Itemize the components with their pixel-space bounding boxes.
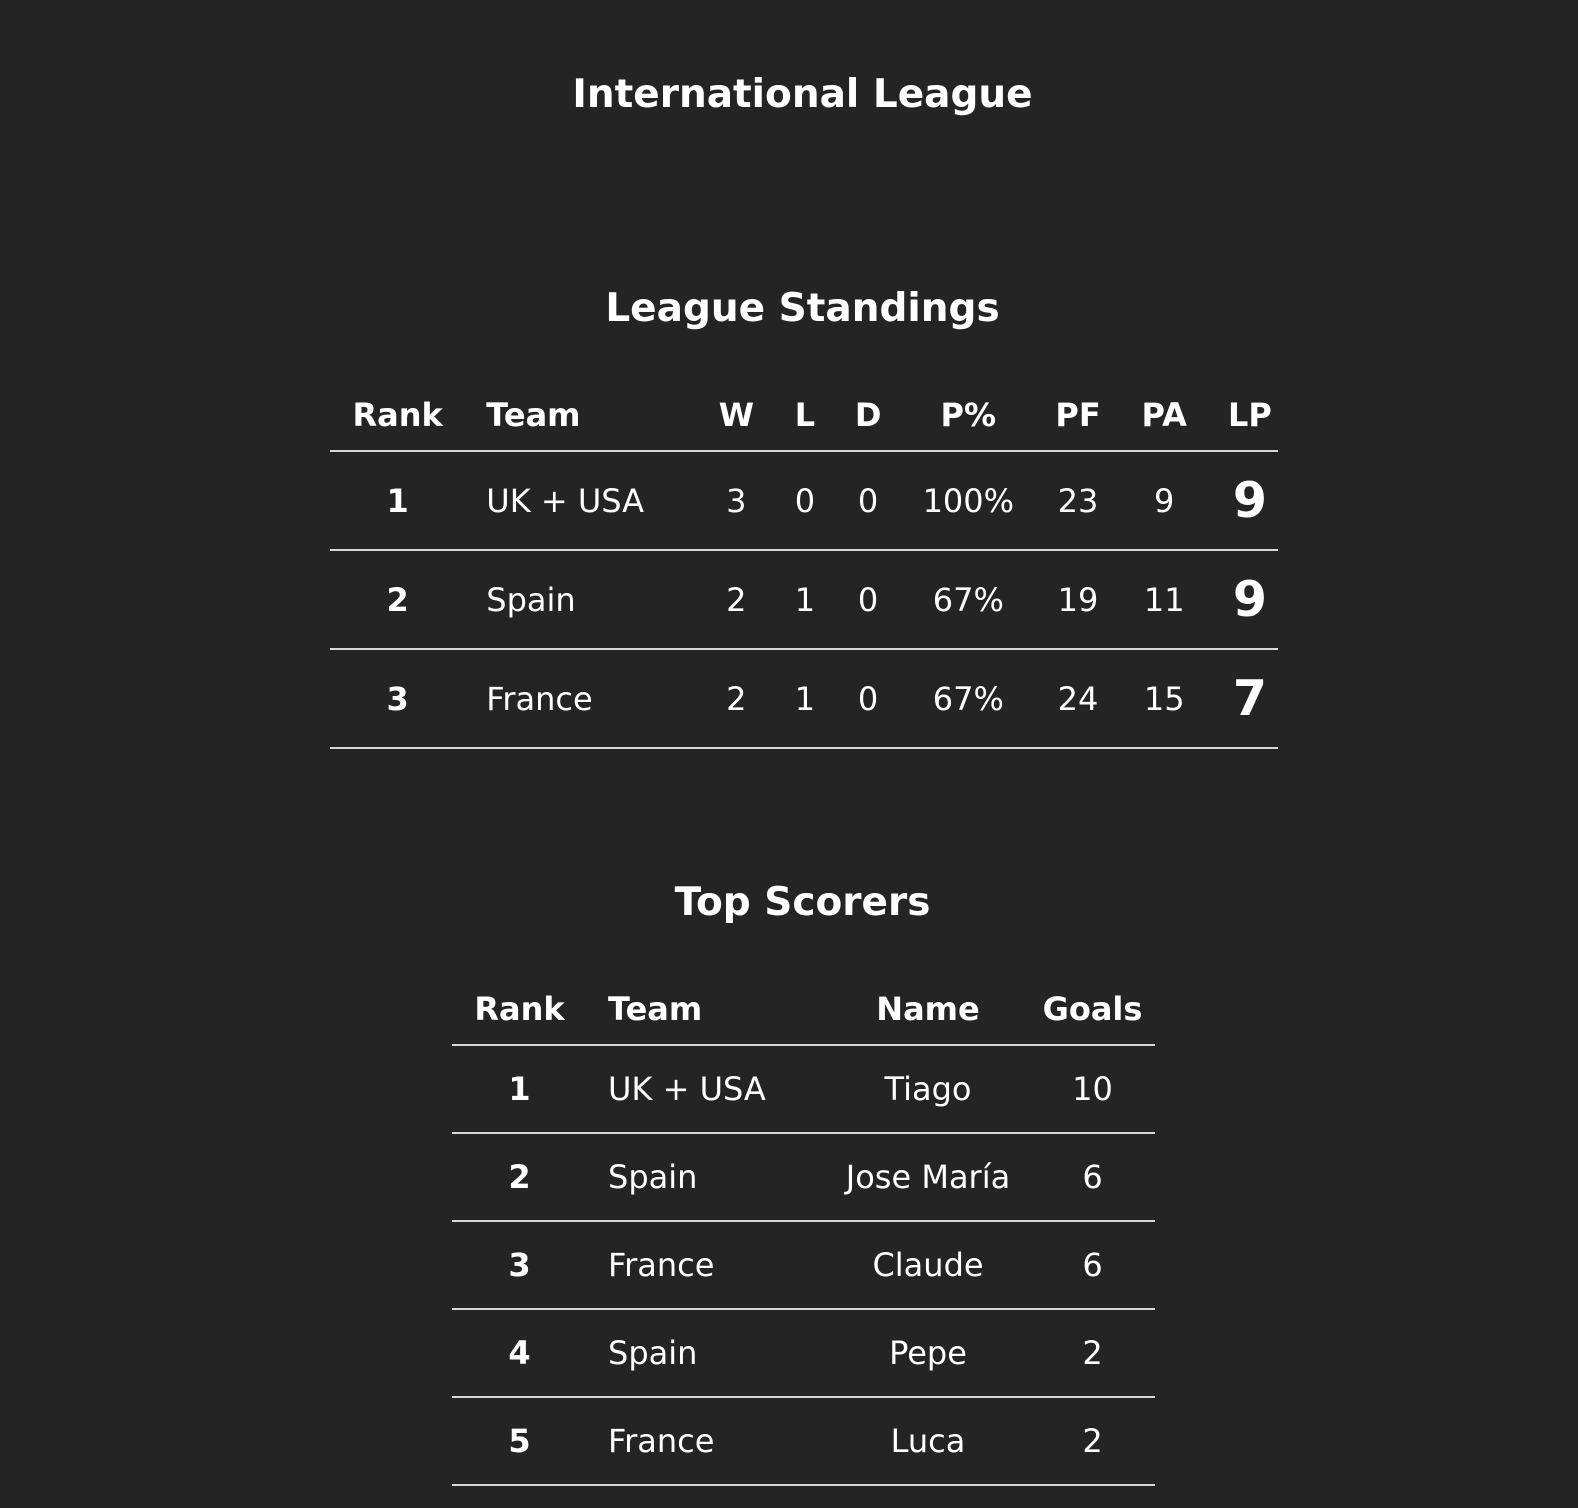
standings-wins: 2 bbox=[726, 679, 747, 718]
standings-header-row: Rank Team W L D P% PF PA LP bbox=[330, 380, 1278, 451]
page: International League League Standings Ra… bbox=[0, 0, 1578, 1508]
standings-losses: 1 bbox=[794, 679, 816, 718]
standings-team: Spain bbox=[486, 580, 576, 619]
scorers-name: Pepe bbox=[889, 1334, 967, 1372]
scorers-goals: 6 bbox=[1082, 1158, 1103, 1196]
scorers-name: Tiago bbox=[884, 1070, 972, 1108]
scorers-name: Jose María bbox=[845, 1158, 1011, 1196]
standings-rank: 1 bbox=[386, 481, 409, 520]
standings-points-for: 24 bbox=[1057, 679, 1099, 718]
scorers-header-team: Team bbox=[608, 990, 703, 1028]
standings-header-team: Team bbox=[486, 396, 581, 434]
scorers-row: 3 France Claude 6 bbox=[452, 1221, 1155, 1309]
scorers-rank: 2 bbox=[508, 1158, 531, 1196]
standings-percentage: 100% bbox=[922, 481, 1015, 520]
scorers-goals: 10 bbox=[1072, 1070, 1113, 1108]
scorers-team: France bbox=[608, 1422, 715, 1460]
standings-header-points-against: PA bbox=[1141, 396, 1187, 434]
scorers-header-row: Rank Team Name Goals bbox=[452, 974, 1155, 1045]
standings-percentage: 67% bbox=[932, 580, 1004, 619]
scorers-row: 1 UK + USA Tiago 10 bbox=[452, 1045, 1155, 1133]
scorers-rank: 4 bbox=[508, 1334, 531, 1372]
scorers-header-goals: Goals bbox=[1042, 990, 1143, 1028]
scorers-rank: 3 bbox=[508, 1246, 531, 1284]
standings-league-points: 9 bbox=[1232, 571, 1267, 628]
standings-row: 1 UK + USA 3 0 0 100% 23 9 9 bbox=[330, 451, 1278, 550]
standings-row: 3 France 2 1 0 67% 24 15 7 bbox=[330, 649, 1278, 748]
standings-rank: 2 bbox=[386, 580, 409, 619]
standings-header-percentage: P% bbox=[940, 396, 997, 434]
standings-team: France bbox=[486, 679, 593, 718]
standings-header-points-for: PF bbox=[1055, 396, 1101, 434]
standings-title: League Standings bbox=[605, 286, 1000, 331]
standings-league-points: 7 bbox=[1232, 670, 1267, 727]
standings-draws: 0 bbox=[857, 679, 879, 718]
standings-header-rank: Rank bbox=[352, 396, 443, 434]
standings-losses: 0 bbox=[794, 481, 816, 520]
scorers-row: 4 Spain Pepe 2 bbox=[452, 1309, 1155, 1397]
standings-table: Rank Team W L D P% PF PA LP 1 UK + USA 3… bbox=[330, 380, 1278, 749]
scorers-row: 5 France Luca 2 bbox=[452, 1397, 1155, 1485]
standings-rank: 3 bbox=[386, 679, 409, 718]
standings-points-for: 23 bbox=[1057, 481, 1099, 520]
scorers-goals: 6 bbox=[1082, 1246, 1103, 1284]
scorers-rank: 1 bbox=[508, 1070, 531, 1108]
standings-header-league-points: LP bbox=[1227, 396, 1272, 434]
standings-header-draws: D bbox=[854, 396, 882, 434]
scorers-table: Rank Team Name Goals 1 UK + USA Tiago 10… bbox=[452, 974, 1155, 1486]
standings-points-against: 15 bbox=[1143, 679, 1185, 718]
scorers-team: Spain bbox=[608, 1334, 698, 1372]
standings-header-wins: W bbox=[718, 396, 754, 434]
page-title: International League bbox=[572, 72, 1033, 117]
standings-points-for: 19 bbox=[1057, 580, 1099, 619]
scorers-title: Top Scorers bbox=[674, 880, 931, 925]
standings-draws: 0 bbox=[857, 481, 879, 520]
scorers-goals: 2 bbox=[1082, 1422, 1103, 1460]
scorers-goals: 2 bbox=[1082, 1334, 1103, 1372]
standings-league-points: 9 bbox=[1232, 472, 1267, 529]
scorers-team: Spain bbox=[608, 1158, 698, 1196]
standings-header-losses: L bbox=[794, 396, 816, 434]
standings-wins: 3 bbox=[726, 481, 747, 520]
scorers-team: UK + USA bbox=[608, 1070, 766, 1108]
standings-points-against: 11 bbox=[1143, 580, 1185, 619]
standings-team: UK + USA bbox=[486, 481, 645, 520]
scorers-team: France bbox=[608, 1246, 715, 1284]
scorers-rank: 5 bbox=[508, 1422, 531, 1460]
standings-points-against: 9 bbox=[1154, 481, 1175, 520]
standings-row: 2 Spain 2 1 0 67% 19 11 9 bbox=[330, 550, 1278, 649]
scorers-row: 2 Spain Jose María 6 bbox=[452, 1133, 1155, 1221]
standings-percentage: 67% bbox=[932, 679, 1004, 718]
scorers-name: Claude bbox=[872, 1246, 984, 1284]
standings-losses: 1 bbox=[794, 580, 816, 619]
standings-wins: 2 bbox=[726, 580, 747, 619]
scorers-header-name: Name bbox=[876, 990, 980, 1028]
scorers-name: Luca bbox=[890, 1422, 966, 1460]
standings-draws: 0 bbox=[857, 580, 879, 619]
scorers-header-rank: Rank bbox=[474, 990, 565, 1028]
